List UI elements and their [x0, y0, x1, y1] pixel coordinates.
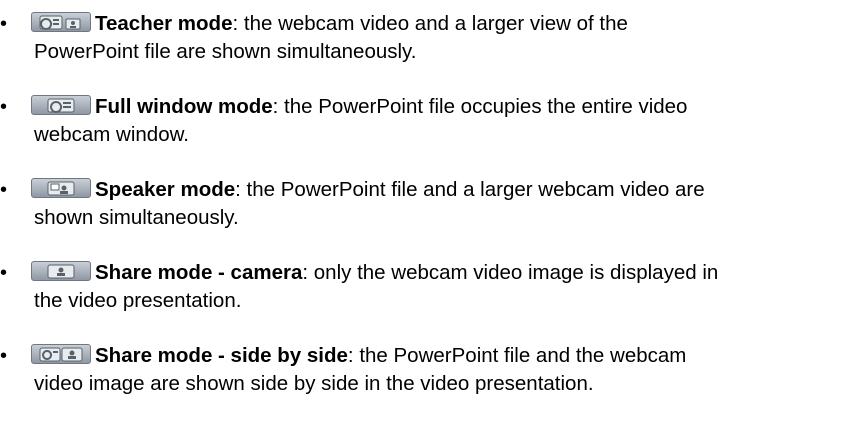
mode-description: : the PowerPoint file and a larger webca…	[235, 178, 705, 201]
bullet: •	[0, 262, 8, 284]
mode-description-continued: shown simultaneously.	[34, 206, 239, 229]
bullet: •	[0, 345, 8, 367]
mode-description-continued: video image are shown side by side in th…	[34, 372, 594, 395]
mode-description-continued: webcam window.	[34, 123, 189, 146]
mode-title: Full window mode	[95, 95, 273, 118]
mode-title: Share mode - camera	[95, 261, 303, 284]
mode-title: Speaker mode	[95, 178, 236, 201]
full-window-mode-icon	[31, 95, 91, 115]
share-mode-camera-icon	[31, 261, 91, 281]
mode-title: Teacher mode	[95, 12, 233, 35]
mode-description-continued: PowerPoint file are shown simultaneously…	[34, 40, 417, 63]
teacher-mode-icon	[31, 12, 91, 32]
bullet: •	[0, 179, 8, 201]
mode-description: : only the webcam video image is display…	[302, 261, 719, 284]
speaker-mode-icon	[31, 178, 91, 198]
bullet: •	[0, 96, 8, 118]
mode-description: : the PowerPoint file and the webcam	[347, 344, 687, 367]
mode-description: : the PowerPoint file occupies the entir…	[272, 95, 688, 118]
share-mode-side-by-side-icon	[31, 344, 91, 364]
mode-description: : the webcam video and a larger view of …	[232, 12, 628, 35]
bullet: •	[0, 13, 8, 35]
mode-title: Share mode - side by side	[95, 344, 348, 367]
mode-description-continued: the video presentation.	[34, 289, 242, 312]
